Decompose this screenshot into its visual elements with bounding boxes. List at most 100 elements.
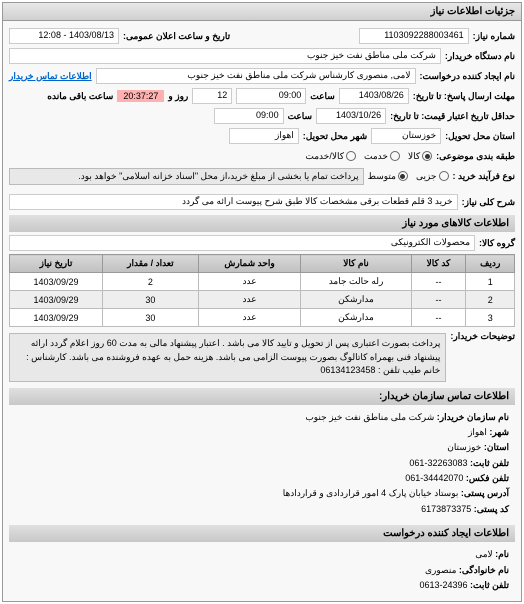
table-row: 1--رله حالت جامدعدد21403/09/29 xyxy=(10,273,515,291)
creator-family: نام خانوادگی: منصوری xyxy=(15,563,509,577)
public-datetime-label: تاریخ و ساعت اعلان عمومی: xyxy=(123,31,230,42)
contact-section-title: اطلاعات تماس سازمان خریدار: xyxy=(9,388,515,405)
panel-title: جزئیات اطلاعات نیاز xyxy=(3,3,521,21)
c-fax-label: تلفن فکس: xyxy=(466,473,509,483)
c-city-value: اهواز xyxy=(468,427,487,437)
days-label: روز و xyxy=(168,91,188,102)
radio-goods-service[interactable]: کالا/خدمت xyxy=(305,151,356,162)
city-label: شهر محل تحویل: xyxy=(303,131,367,142)
table-cell: 30 xyxy=(103,309,199,327)
radio-service[interactable]: خدمت xyxy=(364,151,400,162)
contact-address: آدرس پستی: بوستاد خیابان پارک 4 امور قرا… xyxy=(15,486,509,500)
remain-label: ساعت باقی مانده xyxy=(47,91,113,102)
cr-name-label: نام: xyxy=(495,549,509,559)
time-label-2: ساعت xyxy=(288,111,313,122)
radio-icon xyxy=(390,151,400,161)
validity-date-field: 1403/10/26 xyxy=(316,108,386,124)
c-phone-value: 32263083-061 xyxy=(409,458,467,468)
row-category: طبقه بندی موضوعی: کالا خدمت کالا/خدمت xyxy=(9,147,515,165)
table-cell: 2 xyxy=(466,291,515,309)
table-cell: مدارشکن xyxy=(301,291,411,309)
c-province-value: خوزستان xyxy=(447,442,481,452)
th-row: ردیف xyxy=(466,255,515,273)
contact-section: نام سازمان خریدار: شرکت ملی مناطق نفت خی… xyxy=(9,405,515,522)
contact-city: شهر: اهواز xyxy=(15,425,509,439)
row-need-desc: شرح کلی نیاز: خرید 3 قلم قطعات برقی مشخص… xyxy=(9,193,515,211)
validity-label: حداقل تاریخ اعتبار قیمت: تا تاریخ: xyxy=(390,111,515,122)
province-field: خوزستان xyxy=(371,128,441,144)
c-city-label: شهر: xyxy=(489,427,509,437)
cr-family-value: منصوری xyxy=(425,565,456,575)
table-cell: 1403/09/29 xyxy=(10,291,103,309)
time-label-1: ساعت xyxy=(310,91,335,102)
table-cell: 1403/09/29 xyxy=(10,273,103,291)
table-cell: عدد xyxy=(198,309,301,327)
contact-province: استان: خوزستان xyxy=(15,440,509,454)
contact-org: نام سازمان خریدار: شرکت ملی مناطق نفت خی… xyxy=(15,410,509,424)
request-no-label: شماره نیاز: xyxy=(473,31,515,42)
requester-label: نام ایجاد کننده درخواست: xyxy=(420,71,515,82)
radio-icon xyxy=(439,171,449,181)
need-desc-label: شرح کلی نیاز: xyxy=(462,197,515,208)
creator-phone: تلفن ثابت: 24396-0613 xyxy=(15,578,509,592)
c-province-label: استان: xyxy=(484,442,509,452)
request-no-field: 1103092288003461 xyxy=(359,28,469,44)
table-cell: 2 xyxy=(103,273,199,291)
row-buyer-notes: توضیحات خریدار: پرداخت بصورت اعتباری پس … xyxy=(9,331,515,384)
city-field: اهواز xyxy=(229,128,299,144)
cr-phone-label: تلفن ثابت: xyxy=(470,580,509,590)
goods-section-title: اطلاعات کالاهای مورد نیاز xyxy=(9,215,515,232)
table-cell: -- xyxy=(411,309,466,327)
row-validity: حداقل تاریخ اعتبار قیمت: تا تاریخ: 1403/… xyxy=(9,107,515,125)
table-cell: مدارشکن xyxy=(301,309,411,327)
row-process: نوع فرآیند خرید : جزیی متوسط پرداخت تمام… xyxy=(9,167,515,185)
table-cell: 3 xyxy=(466,309,515,327)
contact-postal: کد پستی: 6173873375 xyxy=(15,502,509,516)
radio-goods-service-label: کالا/خدمت xyxy=(305,151,344,162)
radio-icon xyxy=(398,171,408,181)
c-org-label: نام سازمان خریدار: xyxy=(437,412,509,422)
category-radio-group: کالا خدمت کالا/خدمت xyxy=(305,151,432,162)
contact-fax: تلفن فکس: 34442070-061 xyxy=(15,471,509,485)
radio-medium[interactable]: متوسط xyxy=(368,171,408,182)
row-requester: نام ایجاد کننده درخواست: لامی, منصوری کا… xyxy=(9,67,515,85)
table-cell: عدد xyxy=(198,291,301,309)
main-panel: جزئیات اطلاعات نیاز شماره نیاز: 11030922… xyxy=(2,2,522,602)
goods-table: ردیف کد کالا نام کالا واحد شمارش تعداد /… xyxy=(9,254,515,327)
c-address-value: بوستاد خیابان پارک 4 امور قراردادی و قرا… xyxy=(283,488,459,498)
cr-family-label: نام خانوادگی: xyxy=(459,565,509,575)
th-code: کد کالا xyxy=(411,255,466,273)
table-cell: -- xyxy=(411,291,466,309)
c-org-value: شرکت ملی مناطق نفت خیز جنوب xyxy=(305,412,434,422)
process-radio-group: جزیی متوسط xyxy=(368,171,449,182)
th-unit: واحد شمارش xyxy=(198,255,301,273)
row-deadline: مهلت ارسال پاسخ: تا تاریخ: 1403/08/26 سا… xyxy=(9,87,515,105)
radio-icon xyxy=(422,151,432,161)
goods-group-field: محصولات الکترونیکی xyxy=(9,235,475,251)
table-cell: رله حالت جامد xyxy=(301,273,411,291)
table-cell: 1403/09/29 xyxy=(10,309,103,327)
creator-section: نام: لامی نام خانوادگی: منصوری تلفن ثابت… xyxy=(9,542,515,597)
c-postal-value: 6173873375 xyxy=(421,504,471,514)
radio-small[interactable]: جزیی xyxy=(416,171,449,182)
buyer-contact-link[interactable]: اطلاعات تماس خریدار xyxy=(9,71,92,82)
th-name: نام کالا xyxy=(301,255,411,273)
radio-goods[interactable]: کالا xyxy=(408,151,432,162)
requester-field: لامی, منصوری کارشناس شرکت ملی مناطق نفت … xyxy=(96,68,416,84)
row-buyer-org: نام دستگاه خریدار: شرکت ملی مناطق نفت خی… xyxy=(9,47,515,65)
radio-goods-label: کالا xyxy=(408,151,420,162)
province-label: استان محل تحویل: xyxy=(445,131,515,142)
cr-phone-value: 24396-0613 xyxy=(419,580,467,590)
th-date: تاریخ نیاز xyxy=(10,255,103,273)
buyer-org-label: نام دستگاه خریدار: xyxy=(445,51,515,62)
row-request-no: شماره نیاز: 1103092288003461 تاریخ و ساع… xyxy=(9,27,515,45)
table-cell: عدد xyxy=(198,273,301,291)
countdown-field: 20:37:27 xyxy=(117,90,164,102)
cr-name-value: لامی xyxy=(475,549,492,559)
radio-icon xyxy=(346,151,356,161)
public-datetime-field: 1403/08/13 - 12:08 xyxy=(9,28,119,44)
process-label: نوع فرآیند خرید : xyxy=(453,171,516,182)
table-cell: 1 xyxy=(466,273,515,291)
th-qty: تعداد / مقدار xyxy=(103,255,199,273)
table-row: 3--مدارشکنعدد301403/09/29 xyxy=(10,309,515,327)
